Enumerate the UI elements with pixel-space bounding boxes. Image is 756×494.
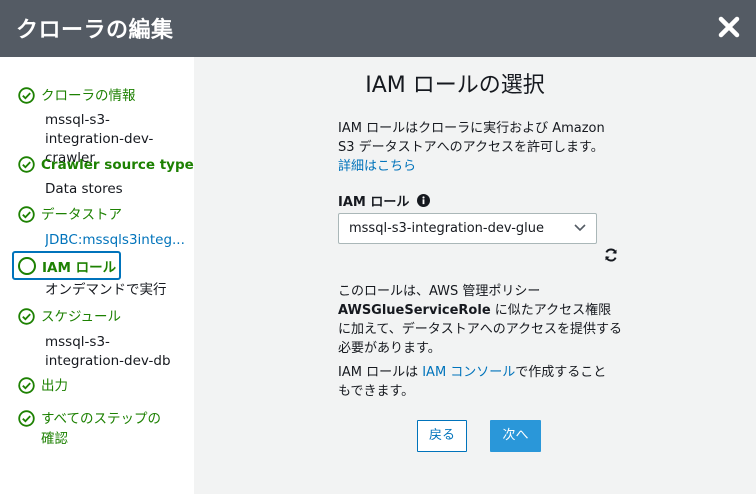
step-data-store[interactable]: データストア <box>18 205 122 225</box>
description-text: IAM ロールはクローラに実行および Amazon S3 データストアへのアクセ… <box>338 121 605 155</box>
next-button[interactable]: 次へ <box>490 420 541 452</box>
description: IAM ロールはクローラに実行および Amazon S3 データストアへのアクセ… <box>338 119 623 176</box>
policy-note: このロールは、AWS 管理ポリシー AWSGlueServiceRole に似た… <box>338 282 623 358</box>
step-label: 出力 <box>41 378 68 394</box>
step-review[interactable]: すべてのステップの確認 <box>18 409 167 449</box>
iam-console-link[interactable]: IAM コンソール <box>422 365 515 380</box>
step-label: IAM ロール <box>42 259 117 276</box>
step-value: mssql-s3-integration-dev-db <box>45 334 171 369</box>
console-note-pre: IAM ロールは <box>338 365 423 380</box>
check-circle-icon <box>18 206 35 223</box>
circle-icon <box>18 256 36 275</box>
step-label: クローラの情報 <box>41 88 136 104</box>
chevron-down-icon <box>574 224 586 232</box>
step-label: スケジュール <box>41 309 122 325</box>
step-label: データストア <box>41 207 122 223</box>
title-bar: クローラの編集 <box>0 0 756 57</box>
step-value: Data stores <box>45 181 123 197</box>
iam-role-select[interactable]: mssql-s3-integration-dev-glue <box>338 213 597 244</box>
iam-role-selected-value: mssql-s3-integration-dev-glue <box>349 221 544 236</box>
check-circle-icon <box>18 156 35 173</box>
check-circle-icon <box>18 377 35 394</box>
close-icon[interactable] <box>716 14 742 40</box>
check-circle-icon <box>18 308 35 325</box>
field-label-text: IAM ロール <box>338 195 410 210</box>
console-note: IAM ロールは IAM コンソールで作成することもできます。 <box>338 363 613 401</box>
check-circle-icon <box>18 87 35 104</box>
step-value-link[interactable]: JDBC:mssqls3integ... <box>45 231 185 250</box>
step-label: Crawler source type <box>41 157 194 173</box>
step-crawler-info[interactable]: クローラの情報 <box>18 86 136 106</box>
step-schedule[interactable]: スケジュール <box>18 307 121 327</box>
policy-name: AWSGlueServiceRole <box>338 303 491 318</box>
details-link[interactable]: 詳細はこちら <box>338 159 416 174</box>
iam-role-field-label: IAM ロール <box>338 191 431 210</box>
info-icon[interactable] <box>417 194 431 207</box>
step-iam-role-current[interactable]: IAM ロール <box>12 251 121 280</box>
back-button[interactable]: 戻る <box>417 420 467 452</box>
step-value: オンデマンドで実行 <box>45 282 167 298</box>
step-output[interactable]: 出力 <box>18 376 68 396</box>
page-heading: IAM ロールの選択 <box>194 67 756 99</box>
step-crawler-source-type[interactable]: Crawler source type <box>18 155 194 175</box>
policy-note-pre: このロールは、AWS 管理ポリシー <box>338 284 541 299</box>
refresh-icon[interactable] <box>604 248 618 262</box>
step-sidebar: クローラの情報 mssql-s3-integration-dev-crawler… <box>0 57 194 494</box>
window-title: クローラの編集 <box>16 18 174 43</box>
page-heading-text: IAM ロールの選択 <box>365 73 545 98</box>
step-label: すべてのステップの確認 <box>41 411 162 447</box>
main-panel: IAM ロールの選択 IAM ロールはクローラに実行および Amazon S3 … <box>194 57 756 494</box>
